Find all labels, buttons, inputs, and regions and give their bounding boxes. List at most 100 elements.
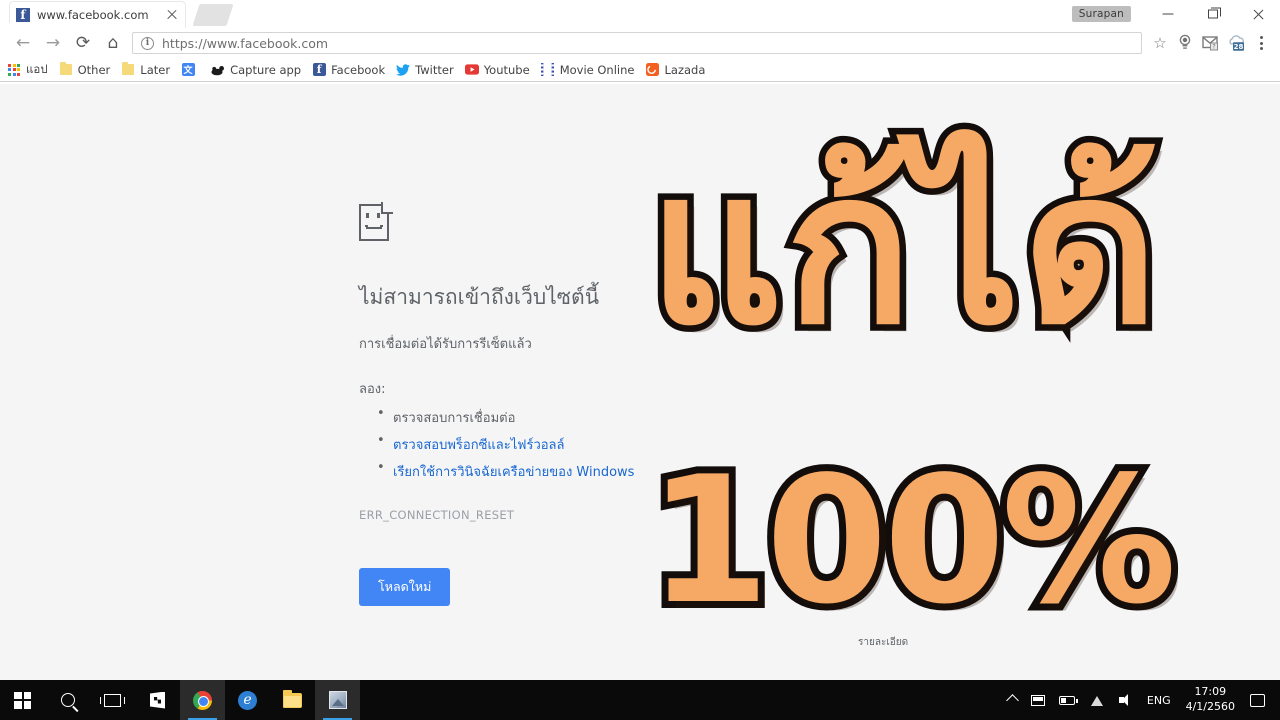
reload-button[interactable]: ⟳ — [68, 28, 98, 58]
action-center-button[interactable] — [1243, 680, 1276, 720]
close-window-button[interactable] — [1235, 0, 1280, 28]
minimize-icon — [1162, 13, 1173, 15]
bookmark-google-translate[interactable]: 文 — [181, 63, 200, 77]
bookmark-facebook[interactable]: f Facebook — [312, 63, 385, 77]
tab-title: www.facebook.com — [37, 8, 149, 22]
maximize-button[interactable] — [1190, 0, 1235, 28]
bookmark-capture-app[interactable]: Capture app — [211, 63, 301, 77]
sad-page-icon — [359, 202, 393, 242]
cloud-glyph: 28 — [1229, 35, 1244, 51]
bookmarks-bar: แอป Other Later 文 Capture app f Facebook… — [0, 58, 1280, 82]
cloud-extension-icon[interactable]: 28 — [1224, 31, 1250, 55]
list-item-link[interactable]: ตรวจสอบพร็อกซีและไฟร์วอลล์ — [377, 433, 689, 455]
bookmark-star-icon[interactable]: ☆ — [1148, 31, 1172, 55]
reload-page-button[interactable]: โหลดใหม่ — [359, 568, 451, 607]
chrome-menu-button[interactable] — [1250, 31, 1272, 55]
chrome-icon — [193, 690, 212, 710]
forward-button[interactable]: → — [38, 28, 68, 58]
overlay-percent: 100% — [641, 440, 1184, 643]
edge-icon: e — [238, 690, 257, 710]
facebook-icon: f — [312, 63, 326, 77]
bookmark-movie-online[interactable]: Movie Online — [541, 62, 635, 77]
bookmark-label: Movie Online — [559, 62, 635, 77]
windows-taskbar: e ENG 17:09 4/1/2560 — [0, 680, 1280, 720]
facebook-favicon-icon: f — [16, 8, 30, 22]
menu-dot — [1259, 41, 1263, 45]
bookmark-label: Twitter — [415, 62, 454, 77]
maximize-icon — [1207, 7, 1221, 19]
clock-date: 4/1/2560 — [1185, 700, 1235, 713]
folder-icon — [59, 62, 73, 77]
page-title: ไม่สามารถเข้าถึงเว็บไซต์นี้ — [359, 285, 600, 309]
bookmark-label: Lazada — [664, 62, 706, 77]
folder-icon — [121, 62, 135, 77]
file-explorer-button[interactable] — [270, 680, 315, 720]
windows-logo-icon — [14, 691, 31, 709]
list-item-link[interactable]: เรียกใช้การวินิจฉัยเครือข่ายของ Windows — [377, 460, 689, 482]
photo-icon — [328, 691, 347, 709]
volume-tray-icon[interactable] — [1112, 680, 1140, 720]
monitor-tray-icon[interactable] — [1024, 680, 1052, 720]
search-icon — [60, 693, 75, 707]
twitter-icon — [396, 63, 411, 77]
clock[interactable]: 17:09 4/1/2560 — [1178, 685, 1243, 715]
close-tab-icon[interactable] — [165, 8, 179, 22]
capture-app-icon — [211, 63, 225, 77]
lightbulb-extension-icon[interactable] — [1172, 31, 1198, 55]
start-button[interactable] — [0, 680, 45, 720]
battery-tray-icon[interactable] — [1052, 680, 1082, 720]
bookmark-apps[interactable]: แอป — [7, 61, 48, 79]
edge-taskbar-button[interactable]: e — [225, 680, 270, 720]
system-tray: ENG 17:09 4/1/2560 — [1001, 680, 1280, 720]
address-bar[interactable]: i https://www.facebook.com — [132, 32, 1142, 54]
google-translate-icon: 文 — [181, 63, 195, 77]
page-viewport: ไม่สามารถเข้าถึงเว็บไซต์นี้ การเชื่อมต่อ… — [0, 84, 1280, 680]
tab-strip: f www.facebook.com Surapan — [0, 0, 1280, 28]
bookmark-lazada[interactable]: Lazada — [645, 63, 705, 77]
photo-viewer-button[interactable] — [315, 680, 360, 720]
browser-tab-facebook[interactable]: f www.facebook.com — [10, 2, 185, 28]
wifi-tray-icon[interactable] — [1082, 680, 1112, 720]
svg-text:?: ? — [1212, 44, 1215, 51]
site-info-icon[interactable]: i — [141, 36, 154, 50]
suggestions-label: ลอง: — [359, 382, 386, 398]
movie-online-icon — [541, 63, 555, 77]
search-button[interactable] — [45, 680, 90, 720]
overlay-headline: แก้ได้ — [642, 126, 1165, 371]
bookmark-twitter[interactable]: Twitter — [396, 63, 454, 77]
address-bar-text: https://www.facebook.com — [162, 35, 329, 51]
browser-window: f www.facebook.com Surapan ← → ⟳ ⌂ i htt… — [0, 0, 1280, 84]
error-code: ERR_CONNECTION_RESET — [359, 508, 515, 523]
profile-chip[interactable]: Surapan — [1071, 6, 1131, 22]
lightbulb-glyph — [1179, 34, 1191, 49]
bookmark-label: Youtube — [483, 62, 530, 77]
browser-toolbar: ← → ⟳ ⌂ i https://www.facebook.com ☆ ? 2… — [0, 28, 1280, 58]
error-page: ไม่สามารถเข้าถึงเว็บไซต์นี้ การเชื่อมต่อ… — [359, 202, 689, 607]
microsoft-store-button[interactable] — [135, 680, 180, 720]
new-tab-button[interactable] — [192, 4, 234, 26]
cloud-badge-count: 28 — [1234, 43, 1244, 51]
bookmark-other[interactable]: Other — [59, 62, 111, 77]
menu-dot — [1259, 36, 1263, 39]
bookmark-label: Facebook — [331, 62, 386, 77]
bookmark-label: Other — [77, 62, 111, 77]
back-button[interactable]: ← — [8, 28, 38, 58]
show-hidden-icons-button[interactable] — [1001, 680, 1024, 720]
language-indicator[interactable]: ENG — [1140, 680, 1178, 720]
list-item: ตรวจสอบการเชื่อมต่อ — [377, 406, 689, 428]
bookmark-youtube[interactable]: Youtube — [464, 62, 530, 77]
chrome-taskbar-button[interactable] — [180, 680, 225, 720]
bookmark-later[interactable]: Later — [121, 62, 171, 77]
store-icon — [150, 691, 165, 709]
clock-time: 17:09 — [1194, 685, 1227, 699]
menu-dot — [1259, 47, 1263, 50]
task-view-icon — [100, 693, 125, 707]
bookmark-label: Later — [140, 62, 171, 77]
home-button[interactable]: ⌂ — [98, 28, 128, 58]
task-view-button[interactable] — [90, 680, 135, 720]
error-subtitle: การเชื่อมต่อได้รับการรีเซ็ตแล้ว — [359, 337, 532, 353]
action-center-icon — [1250, 693, 1265, 707]
mail-extension-icon[interactable]: ? — [1198, 31, 1224, 55]
folder-icon — [283, 689, 302, 708]
minimize-button[interactable] — [1145, 0, 1190, 28]
